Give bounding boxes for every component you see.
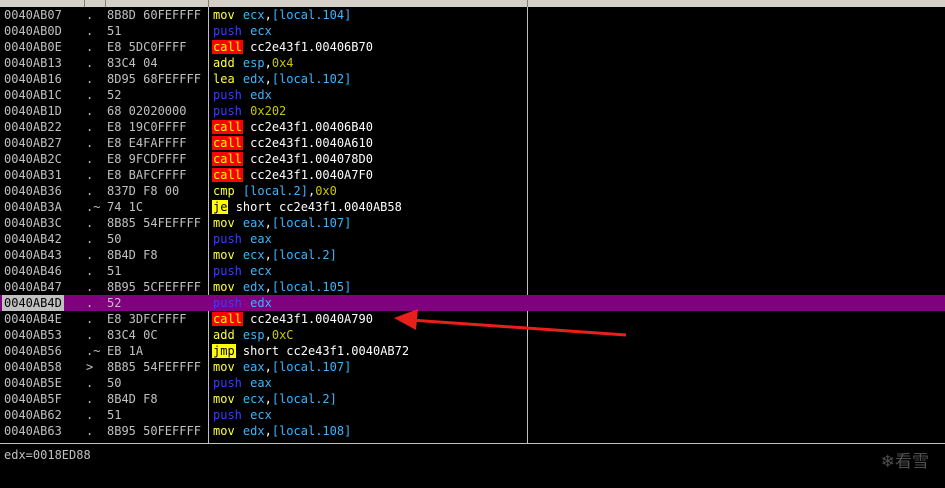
annotation-arrow (394, 309, 627, 337)
